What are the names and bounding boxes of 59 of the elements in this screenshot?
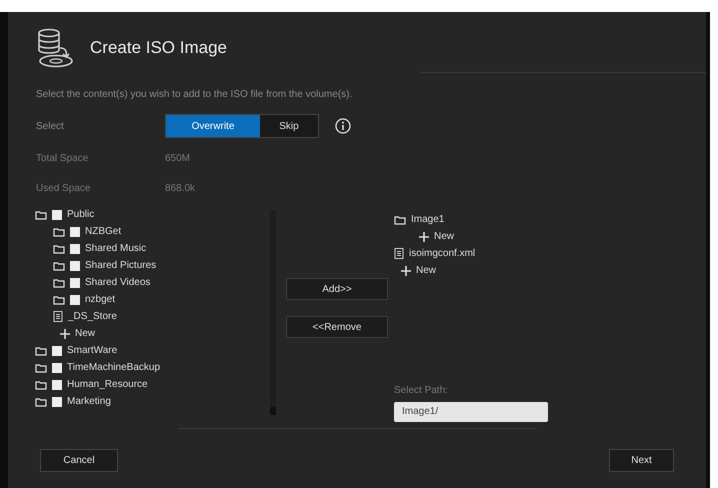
info-value: 650M — [165, 152, 190, 166]
folder-icon — [35, 362, 47, 372]
tree-item-label[interactable]: Human_Resource — [67, 377, 148, 392]
checkbox[interactable] — [52, 362, 62, 372]
tree-item-label[interactable]: New — [75, 326, 96, 341]
folder-icon — [53, 294, 65, 304]
checkbox[interactable] — [52, 210, 62, 220]
info-icon[interactable] — [335, 118, 351, 134]
folder-icon — [35, 396, 47, 406]
plus-icon — [60, 328, 70, 338]
tree-item-label[interactable]: Image1 — [411, 212, 444, 227]
tree-item-label[interactable]: _DS_Store — [68, 309, 117, 324]
document-icon — [53, 311, 63, 322]
plus-icon — [419, 232, 429, 242]
tree-item-label[interactable]: isoimgconf.xml — [409, 246, 476, 261]
info-label: Used Space — [36, 182, 92, 196]
folder-icon — [53, 260, 65, 270]
mode-toggle-option[interactable]: Overwrite — [166, 115, 260, 137]
transfer-button[interactable]: <<Remove — [286, 316, 388, 338]
transfer-button[interactable]: Add>> — [286, 278, 388, 300]
tree-item-label[interactable]: New — [416, 263, 436, 278]
select-path-label: Select Path: — [394, 384, 449, 398]
tree-item-label[interactable]: Shared Videos — [85, 275, 150, 290]
tree-item-label[interactable]: Shared Music — [85, 241, 146, 256]
folder-icon — [53, 226, 65, 236]
tree-item-label[interactable]: NZBGet — [85, 224, 122, 239]
select-label: Select — [36, 120, 65, 134]
mode-toggle-option[interactable]: Skip — [260, 115, 318, 137]
checkbox[interactable] — [70, 278, 80, 288]
checkbox[interactable] — [70, 260, 80, 270]
tree-item-label[interactable]: Shared Pictures — [85, 258, 156, 273]
checkbox[interactable] — [52, 396, 62, 406]
checkbox[interactable] — [70, 244, 80, 254]
tree-item-label[interactable]: nzbget — [85, 292, 116, 307]
next-button[interactable]: Next — [609, 449, 674, 472]
tree-item-label[interactable]: Marketing — [67, 394, 111, 409]
disc-database-icon — [36, 28, 74, 68]
plus-icon — [401, 266, 411, 276]
document-icon — [394, 248, 404, 259]
info-value: 868.0k — [165, 182, 196, 196]
folder-icon — [35, 346, 47, 356]
dialog-title: Create ISO Image — [90, 37, 228, 60]
tree-item-label[interactable]: New — [434, 229, 454, 244]
info-label: Total Space — [36, 152, 90, 166]
instruction-text: Select the content(s) you wish to add to the ISO file from the volume(s). — [35, 88, 354, 102]
tree-item-label[interactable]: TimeMachineBackup — [67, 360, 160, 375]
cancel-button[interactable]: Cancel — [40, 449, 118, 472]
checkbox[interactable] — [70, 294, 80, 304]
checkbox[interactable] — [52, 346, 62, 356]
checkbox[interactable] — [52, 380, 62, 390]
folder-icon — [394, 214, 406, 224]
select-path-field[interactable]: Image1/ — [394, 402, 548, 422]
checkbox[interactable] — [70, 226, 80, 236]
folder-icon — [35, 210, 47, 220]
folder-icon — [53, 278, 65, 288]
tree-item-label[interactable]: SmartWare — [67, 343, 118, 358]
folder-icon — [35, 380, 47, 390]
folder-icon — [53, 244, 65, 254]
tree-item-label[interactable]: Public — [67, 207, 94, 222]
